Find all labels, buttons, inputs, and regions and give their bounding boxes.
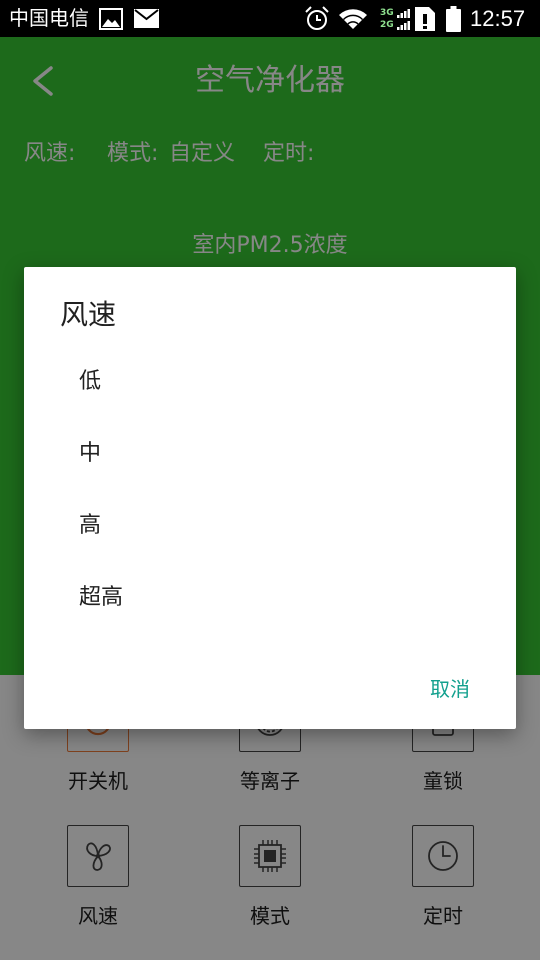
status-bar: 中国电信 3G 2G 12:57: [0, 0, 540, 37]
option-label: 高: [79, 513, 102, 538]
alarm-icon: [305, 6, 329, 30]
fan-speed-option-low[interactable]: 低: [24, 346, 516, 418]
carrier-name: 中国电信: [9, 6, 89, 30]
fan-speed-option-medium[interactable]: 中: [24, 418, 516, 490]
signal-bars-icon: [397, 9, 410, 30]
option-label: 低: [79, 369, 102, 394]
wifi-icon: [339, 9, 367, 29]
sim-icon: [415, 7, 435, 31]
option-label: 超高: [79, 585, 124, 610]
clock-time: 12:57: [470, 6, 526, 31]
fan-speed-option-high[interactable]: 高: [24, 490, 516, 562]
option-label: 中: [79, 441, 102, 466]
battery-icon: [446, 6, 461, 32]
fan-speed-option-super-high[interactable]: 超高: [24, 562, 516, 634]
network-2g-label: 2G: [380, 20, 394, 30]
cancel-button[interactable]: 取消: [410, 665, 490, 713]
fan-speed-dialog: 风速 低 中 高 超高 取消: [24, 267, 516, 729]
fan-speed-options: 低 中 高 超高: [24, 346, 516, 634]
signal-icon: 3G 2G: [380, 6, 412, 32]
network-3g-label: 3G: [380, 8, 394, 18]
image-icon: [99, 8, 123, 30]
dialog-title: 风速: [60, 298, 117, 331]
mail-icon: [134, 9, 159, 28]
